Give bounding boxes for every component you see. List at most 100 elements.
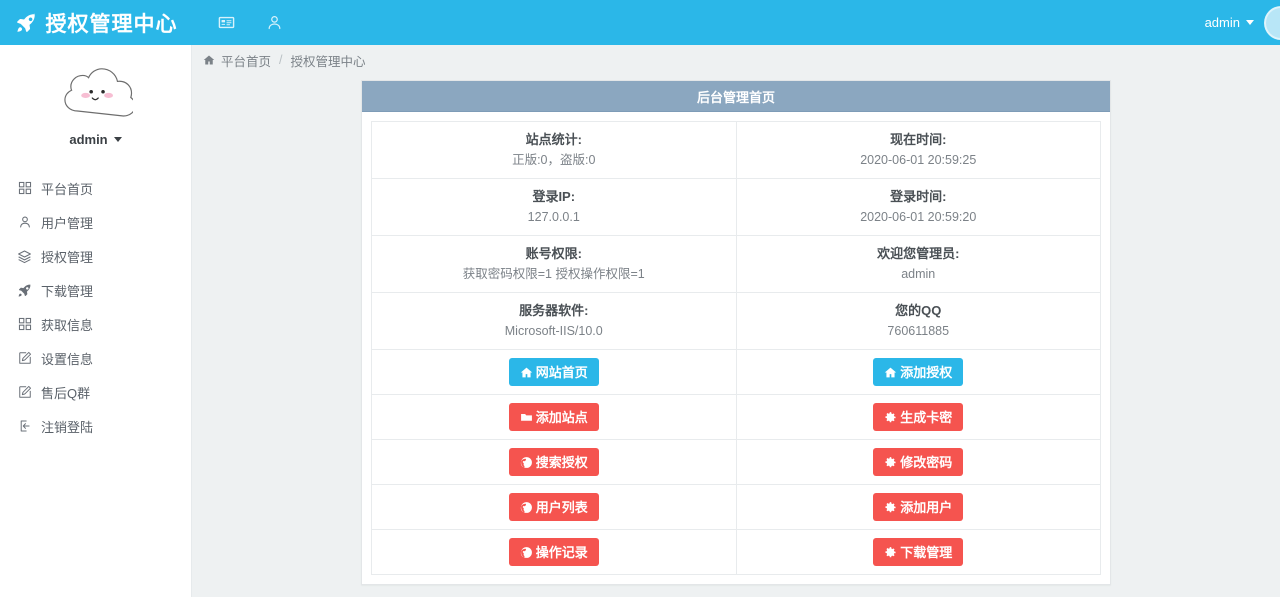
table-row: 用户列表 添加用户 (371, 484, 1101, 530)
navbar-user-label: admin (1204, 15, 1240, 30)
table-cell: 生成卡密 (735, 394, 1101, 440)
table-row: 账号权限: 获取密码权限=1 授权操作权限=1 欢迎您管理员: admin (371, 235, 1101, 293)
user-list-button[interactable]: 用户列表 (508, 493, 599, 521)
generate-card-button[interactable]: 生成卡密 (873, 403, 964, 431)
navbar-icon-group (216, 13, 284, 33)
panel-body: 站点统计: 正版:0，盗版:0 现在时间: 2020-06-01 20:59:2… (362, 112, 1110, 584)
cell-value: 127.0.0.1 (527, 210, 580, 224)
sidebar-item-auth-management[interactable]: 授权管理 (0, 239, 191, 273)
main-content: 平台首页 / 授权管理中心 后台管理首页 站点统计: 正版:0，盗版:0 现在时… (192, 45, 1280, 597)
add-auth-button[interactable]: 添加授权 (873, 358, 964, 386)
button-label: 添加站点 (535, 409, 588, 425)
website-home-button[interactable]: 网站首页 (508, 358, 599, 386)
avatar[interactable] (1264, 5, 1280, 40)
table-cell: 服务器软件: Microsoft-IIS/10.0 (371, 292, 737, 350)
table-row: 站点统计: 正版:0，盗版:0 现在时间: 2020-06-01 20:59:2… (371, 121, 1101, 179)
table-cell: 您的QQ 760611885 (735, 292, 1101, 350)
table-cell: 用户列表 (371, 484, 737, 530)
table-cell: 修改密码 (735, 439, 1101, 485)
sidebar-item-label: 设置信息 (41, 351, 94, 367)
button-label: 修改密码 (900, 454, 953, 470)
brand-title: 授权管理中心 (45, 12, 178, 36)
cloud-face-avatar (59, 62, 136, 120)
table-row: 登录IP: 127.0.0.1 登录时间: 2020-06-01 20:59:2… (371, 178, 1101, 236)
sidebar-item-get-info[interactable]: 获取信息 (0, 307, 191, 341)
home-icon (884, 366, 897, 379)
folder-icon (520, 411, 533, 424)
panel-title: 后台管理首页 (362, 81, 1110, 112)
table-cell: 登录IP: 127.0.0.1 (371, 178, 737, 236)
cell-value: admin (901, 267, 936, 281)
sidebar-item-label: 获取信息 (41, 317, 94, 333)
table-cell: 添加授权 (735, 349, 1101, 395)
sign-out-icon (16, 418, 33, 435)
layers-icon (16, 248, 33, 265)
sidebar-item-qq-group[interactable]: 售后Q群 (0, 375, 191, 409)
change-password-button[interactable]: 修改密码 (873, 448, 964, 476)
rocket-icon (15, 12, 37, 34)
table-row: 网站首页 添加授权 (371, 349, 1101, 395)
breadcrumb-separator: / (279, 53, 283, 67)
button-label: 添加授权 (900, 364, 953, 380)
edit-icon (16, 384, 33, 401)
sidebar-user-label: admin (69, 132, 108, 147)
add-user-button[interactable]: 添加用户 (873, 493, 964, 521)
operation-log-button[interactable]: 操作记录 (508, 538, 599, 566)
gear-icon (884, 501, 897, 514)
button-label: 生成卡密 (900, 409, 953, 425)
admin-home-panel: 后台管理首页 站点统计: 正版:0，盗版:0 现在时间: 2020-06-01 … (361, 80, 1111, 585)
chevron-down-icon (1246, 20, 1254, 25)
home-icon (203, 54, 215, 66)
edit-icon (16, 350, 33, 367)
table-cell: 添加用户 (735, 484, 1101, 530)
sidebar-item-label: 用户管理 (41, 215, 94, 231)
sidebar-item-label: 平台首页 (41, 181, 94, 197)
cell-value: Microsoft-IIS/10.0 (504, 324, 603, 338)
sidebar-item-label: 注销登陆 (41, 419, 94, 435)
globe-icon (520, 501, 533, 514)
table-cell: 登录时间: 2020-06-01 20:59:20 (735, 178, 1101, 236)
sidebar-profile: admin (0, 45, 191, 147)
cell-label: 站点统计: (525, 132, 582, 147)
user-icon[interactable] (264, 13, 284, 33)
sidebar-item-logout[interactable]: 注销登陆 (0, 409, 191, 443)
cell-value: 760611885 (887, 324, 950, 338)
cell-label: 现在时间: (890, 132, 947, 147)
cell-label: 欢迎您管理员: (877, 246, 960, 261)
search-auth-button[interactable]: 搜索授权 (508, 448, 599, 476)
cell-label: 服务器软件: (519, 303, 589, 318)
cell-value: 正版:0，盗版:0 (512, 153, 596, 167)
button-label: 添加用户 (900, 499, 953, 515)
sidebar-item-user-management[interactable]: 用户管理 (0, 205, 191, 239)
table-row: 操作记录 下载管理 (371, 529, 1101, 575)
sidebar: admin 平台首页 用户管理 授权管理 下载管理 获取信息 设置信息 售后Q群… (0, 45, 192, 597)
add-site-button[interactable]: 添加站点 (508, 403, 599, 431)
sidebar-item-download-management[interactable]: 下载管理 (0, 273, 191, 307)
sidebar-user-dropdown[interactable]: admin (69, 132, 122, 147)
chevron-down-icon (113, 137, 122, 142)
table-cell: 操作记录 (371, 529, 737, 575)
dashboard-icon (16, 180, 33, 197)
breadcrumb-current: 授权管理中心 (290, 54, 366, 69)
button-label: 用户列表 (535, 499, 588, 515)
table-row: 添加站点 生成卡密 (371, 394, 1101, 440)
gear-icon (884, 456, 897, 469)
download-management-button[interactable]: 下载管理 (873, 538, 964, 566)
sidebar-item-settings-info[interactable]: 设置信息 (0, 341, 191, 375)
rocket-icon (16, 282, 33, 299)
info-table: 站点统计: 正版:0，盗版:0 现在时间: 2020-06-01 20:59:2… (371, 121, 1101, 575)
table-cell: 搜索授权 (371, 439, 737, 485)
sidebar-item-platform-home[interactable]: 平台首页 (0, 171, 191, 205)
table-cell: 网站首页 (371, 349, 737, 395)
table-cell: 下载管理 (735, 529, 1101, 575)
breadcrumb-home-link[interactable]: 平台首页 (221, 51, 271, 70)
gear-icon (884, 546, 897, 559)
brand-logo[interactable]: 授权管理中心 (0, 0, 192, 45)
button-label: 下载管理 (900, 544, 953, 560)
globe-icon (520, 546, 533, 559)
table-row: 搜索授权 修改密码 (371, 439, 1101, 485)
id-card-icon[interactable] (216, 13, 236, 33)
breadcrumb: 平台首页 / 授权管理中心 (192, 45, 1280, 75)
navbar-user-dropdown[interactable]: admin (1205, 15, 1264, 30)
cell-label: 账号权限: (525, 246, 582, 261)
